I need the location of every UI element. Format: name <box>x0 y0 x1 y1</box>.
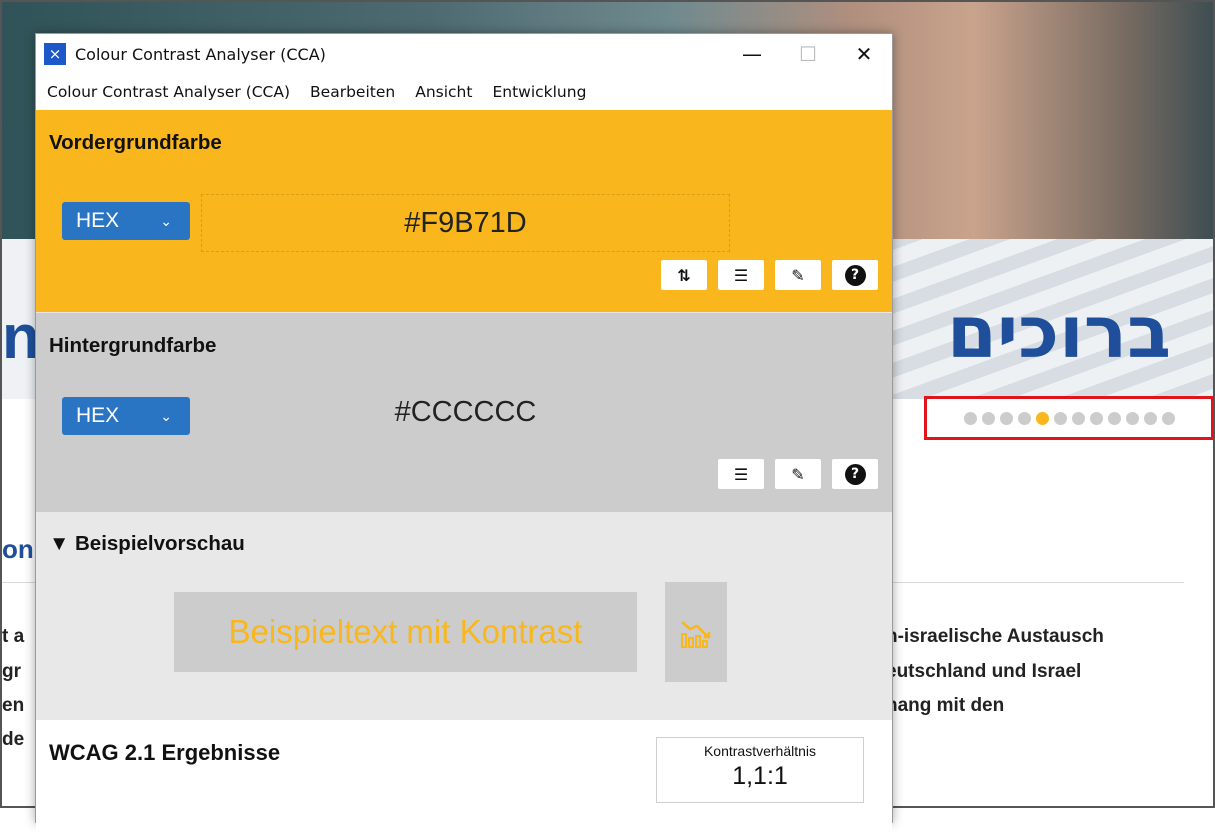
foreground-format-select[interactable]: HEX ⌄ <box>62 202 190 240</box>
help-icon: ? <box>844 264 866 286</box>
body-text-fragment: t a <box>2 626 25 647</box>
carousel-dot[interactable] <box>1017 411 1031 425</box>
foreground-help-button[interactable]: ? <box>832 260 878 290</box>
carousel-dot-active[interactable] <box>1035 411 1049 425</box>
carousel-dot[interactable] <box>1089 411 1103 425</box>
contrast-ratio-value: 1,1:1 <box>732 762 788 790</box>
menu-view[interactable]: Ansicht <box>415 83 472 101</box>
carousel-dot[interactable] <box>999 411 1013 425</box>
eyedropper-icon: ✎ <box>791 464 805 484</box>
carousel-dot[interactable] <box>963 411 977 425</box>
swap-icon: ⇅ <box>677 265 691 285</box>
background-toolbar: ☰ ✎ ? <box>718 459 878 489</box>
foreground-sliders-button[interactable]: ☰ <box>718 260 764 290</box>
cca-window: ⨯ Colour Contrast Analyser (CCA) — ☐ ✕ C… <box>35 33 893 840</box>
carousel-dot[interactable] <box>1161 411 1175 425</box>
background-format-select[interactable]: HEX ⌄ <box>62 397 190 435</box>
swap-colors-button[interactable]: ⇅ <box>661 260 707 290</box>
preview-title: Beispielvorschau <box>75 532 245 555</box>
preview-panel: ▼ Beispielvorschau Beispieltext mit Kont… <box>36 512 892 720</box>
body-text-line: hang mit den <box>886 695 1005 716</box>
body-text-fragment: de <box>2 729 25 750</box>
background-help-button[interactable]: ? <box>832 459 878 489</box>
foreground-toolbar: ⇅ ☰ ✎ ? <box>661 260 878 290</box>
background-title: Hintergrundfarbe <box>49 334 217 357</box>
close-button[interactable]: ✕ <box>836 34 892 74</box>
sliders-icon: ☰ <box>733 265 749 285</box>
carousel-dot[interactable] <box>1143 411 1157 425</box>
triangle-down-icon: ▼ <box>49 532 70 555</box>
body-text-line: n-israelische Austausch <box>886 626 1104 647</box>
menubar: Colour Contrast Analyser (CCA) Bearbeite… <box>36 74 892 110</box>
body-text-line: eutschland und Israel <box>886 661 1082 682</box>
menu-app[interactable]: Colour Contrast Analyser (CCA) <box>47 83 290 101</box>
foreground-panel: Vordergrundfarbe HEX ⌄ #F9B71D ⇅ ☰ ✎ ? <box>36 110 892 312</box>
carousel-dot[interactable] <box>1125 411 1139 425</box>
maximize-button[interactable]: ☐ <box>780 34 836 74</box>
minimize-button[interactable]: — <box>724 34 780 74</box>
foreground-title: Vordergrundfarbe <box>49 131 222 154</box>
background-eyedropper-button[interactable]: ✎ <box>775 459 821 489</box>
eyedropper-icon: ✎ <box>791 265 805 285</box>
preview-toggle[interactable]: ▼ Beispielvorschau <box>49 512 879 556</box>
carousel-dots[interactable] <box>924 396 1213 440</box>
chart-icon <box>681 621 711 648</box>
background-panel: Hintergrundfarbe HEX ⌄ #CCCCCC ☰ ✎ ? <box>36 312 892 512</box>
background-sliders-button[interactable]: ☰ <box>718 459 764 489</box>
results-panel: WCAG 2.1 Ergebnisse Kontrastverhältnis 1… <box>36 720 892 840</box>
contrast-ratio-label: Kontrastverhältnis <box>703 743 817 759</box>
foreground-color-input[interactable]: #F9B71D <box>201 194 730 252</box>
chevron-down-icon: ⌄ <box>160 407 172 424</box>
background-color-input[interactable]: #CCCCCC <box>201 385 730 439</box>
hero-hebrew-title: ברוכים <box>946 290 1171 374</box>
foreground-eyedropper-button[interactable]: ✎ <box>775 260 821 290</box>
menu-edit[interactable]: Bearbeiten <box>310 83 395 101</box>
carousel-dot[interactable] <box>981 411 995 425</box>
carousel-dot[interactable] <box>1053 411 1067 425</box>
sample-graphic <box>665 582 727 682</box>
section-heading: on <box>2 534 34 564</box>
chevron-down-icon: ⌄ <box>160 212 172 229</box>
body-text-fragment: gr <box>2 661 21 682</box>
contrast-ratio-box: Kontrastverhältnis 1,1:1 <box>656 737 864 803</box>
menu-development[interactable]: Entwicklung <box>492 83 586 101</box>
body-text-fragment: en <box>2 695 25 716</box>
help-icon: ? <box>844 463 866 485</box>
cca-app-icon: ⨯ <box>44 43 66 65</box>
format-label: HEX <box>76 209 120 232</box>
sliders-icon: ☰ <box>733 464 749 484</box>
titlebar[interactable]: ⨯ Colour Contrast Analyser (CCA) — ☐ ✕ <box>36 34 892 74</box>
carousel-dot[interactable] <box>1071 411 1085 425</box>
window-title: Colour Contrast Analyser (CCA) <box>75 44 326 64</box>
format-label: HEX <box>76 404 120 427</box>
carousel-dot[interactable] <box>1107 411 1121 425</box>
sample-text: Beispieltext mit Kontrast <box>174 592 637 672</box>
